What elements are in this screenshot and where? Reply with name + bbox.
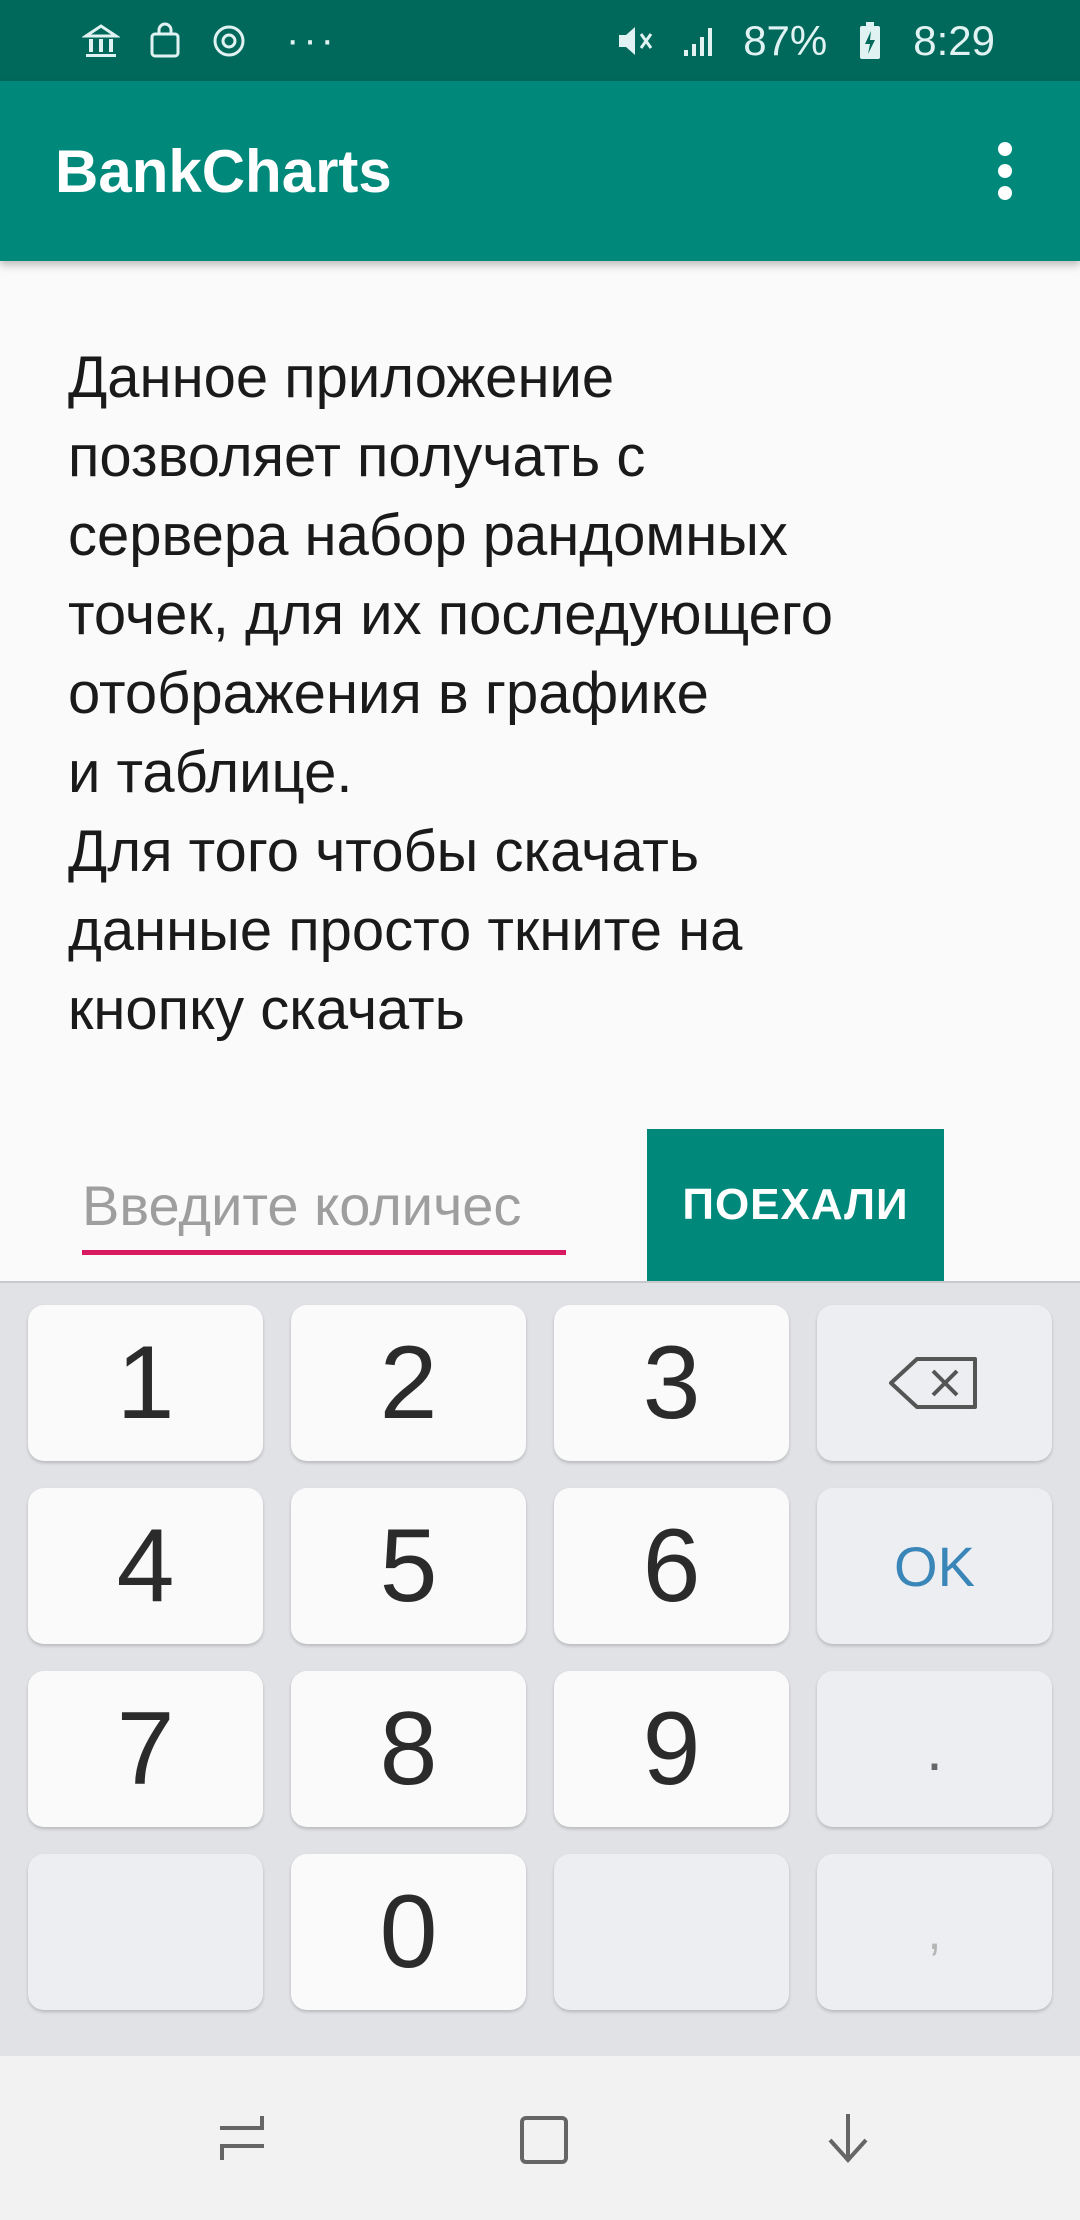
- more-notifications-indicator: ···: [286, 18, 338, 62]
- bank-icon: [80, 20, 122, 62]
- numeric-keyboard: 1 2 3 4 5 6 OK 7 8 9 . 0 ,: [0, 1281, 1080, 2058]
- mute-icon: [615, 20, 657, 62]
- home-icon[interactable]: [504, 2098, 584, 2178]
- key-5[interactable]: 5: [291, 1488, 526, 1644]
- key-6[interactable]: 6: [554, 1488, 789, 1644]
- shopping-bag-icon: [144, 20, 186, 62]
- system-icons: 87% 8:29: [615, 17, 995, 65]
- empty-key-right: [554, 1854, 789, 2010]
- sync-icon: [208, 20, 250, 62]
- battery-charging-icon: [849, 20, 891, 62]
- key-1[interactable]: 1: [28, 1305, 263, 1461]
- ok-key[interactable]: OK: [817, 1488, 1052, 1644]
- key-7[interactable]: 7: [28, 1671, 263, 1827]
- notification-icons: ···: [80, 18, 338, 63]
- key-4[interactable]: 4: [28, 1488, 263, 1644]
- key-8[interactable]: 8: [291, 1671, 526, 1827]
- empty-key-left: [28, 1854, 263, 2010]
- backspace-key[interactable]: [817, 1305, 1052, 1461]
- comma-key[interactable]: ,: [817, 1854, 1052, 2010]
- description-text: Данное приложение позволяет получать с с…: [68, 345, 833, 1042]
- navigation-bar: [0, 2056, 1080, 2220]
- hide-keyboard-icon[interactable]: [808, 2098, 888, 2178]
- count-input[interactable]: [82, 1160, 566, 1255]
- app-bar: BankCharts: [0, 81, 1080, 261]
- key-0[interactable]: 0: [291, 1854, 526, 2010]
- key-2[interactable]: 2: [291, 1305, 526, 1461]
- key-3[interactable]: 3: [554, 1305, 789, 1461]
- recent-apps-icon[interactable]: [202, 2098, 282, 2178]
- go-button[interactable]: ПОЕХАЛИ: [647, 1129, 944, 1281]
- signal-icon: [679, 20, 721, 62]
- overflow-menu-icon[interactable]: [970, 126, 1040, 216]
- key-9[interactable]: 9: [554, 1671, 789, 1827]
- backspace-icon: [888, 1357, 977, 1409]
- app-title: BankCharts: [55, 137, 392, 205]
- status-bar: ··· 87% 8:29: [0, 0, 1080, 81]
- dot-key[interactable]: .: [817, 1671, 1052, 1827]
- battery-percent: 87%: [743, 16, 828, 64]
- clock: 8:29: [913, 16, 995, 64]
